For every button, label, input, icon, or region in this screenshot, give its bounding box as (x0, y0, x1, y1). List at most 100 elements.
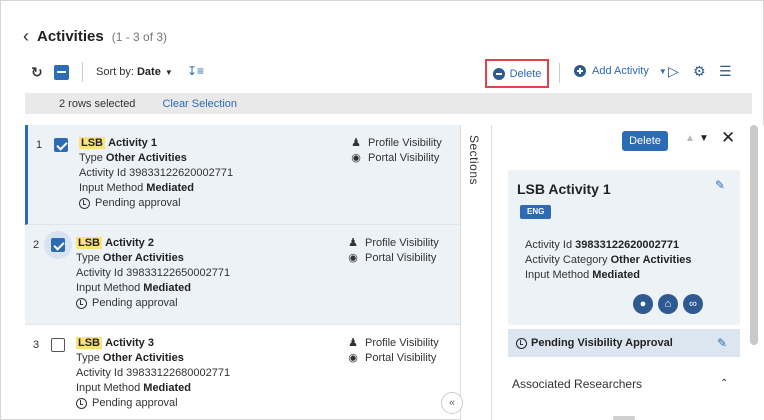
type-value: Other Activities (105, 152, 187, 164)
lsb-tag: LSB (76, 337, 102, 349)
clear-selection-link[interactable]: Clear Selection (162, 98, 237, 110)
caret-down-icon: ▼ (658, 66, 667, 76)
input-method-value: Mediated (143, 282, 191, 294)
list-item[interactable]: 1 LSB Activity 1 Type Other Activities A… (25, 125, 460, 225)
category-value: Other Activities (610, 254, 692, 266)
toolbar-divider (559, 63, 560, 83)
activity-list: 1 LSB Activity 1 Type Other Activities A… (25, 125, 460, 420)
export-icon[interactable]: ▷ (668, 63, 679, 80)
activity-summary-card: LSB Activity 1 ✎ ENG Activity Id 3983312… (508, 170, 740, 325)
row-checkbox[interactable] (51, 238, 65, 252)
visibility-info: ♟ Profile Visibility ◉ Portal Visibility (347, 336, 439, 366)
input-method-value: Mediated (146, 182, 194, 194)
sort-by-value: Date (136, 66, 161, 78)
collapse-panel-button[interactable]: « (441, 392, 463, 414)
status: Pending approval (76, 396, 230, 411)
title-bar: ‹ Activities (1 - 3 of 3) (23, 26, 167, 45)
status-text: Pending approval (95, 197, 181, 209)
person-icon: ♟ (351, 137, 361, 149)
input-method-label: Input Method (76, 282, 141, 294)
language-badge: ENG (520, 205, 552, 219)
profile-visibility: Profile Visibility (365, 337, 439, 349)
type-value: Other Activities (102, 252, 184, 264)
sort-by-dropdown[interactable]: Sort by: Date ▼ (96, 66, 173, 78)
previous-item-icon[interactable]: ▲ (685, 133, 695, 144)
clock-icon (76, 398, 87, 409)
list-item[interactable]: 3 LSB Activity 3 Type Other Activities A… (25, 325, 460, 420)
visibility-info: ♟ Profile Visibility ◉ Portal Visibility (347, 236, 439, 266)
row-details: LSB Activity 1 Type Other Activities Act… (79, 136, 233, 211)
chevron-left-icon[interactable]: ‹ (23, 27, 29, 45)
paperclip-icon[interactable]: ∞ (683, 294, 703, 314)
scrollbar[interactable] (750, 125, 758, 345)
delete-button[interactable]: Delete (485, 59, 549, 88)
home-icon[interactable]: ⌂ (658, 294, 678, 314)
activity-id: Activity Id 39833122650002771 (76, 267, 231, 279)
type-label: Type (76, 352, 100, 364)
portal-visibility: Portal Visibility (365, 352, 437, 364)
category-label: Activity Category (525, 254, 608, 266)
person-icon: ♟ (348, 237, 358, 249)
detail-delete-button[interactable]: Delete (622, 131, 668, 151)
select-all-toggle[interactable] (54, 65, 69, 80)
status: Pending approval (76, 296, 230, 311)
row-number: 1 (36, 139, 43, 151)
pencil-icon[interactable]: ✎ (717, 336, 727, 350)
detail-title: LSB Activity 1 (517, 181, 611, 197)
sort-direction-icon[interactable]: ↧≡ (187, 64, 204, 78)
clock-icon (79, 198, 90, 209)
list-item[interactable]: 2 LSB Activity 2 Type Other Activities A… (25, 225, 460, 325)
activity-title[interactable]: Activity 2 (105, 237, 154, 249)
profile-visibility: Profile Visibility (368, 137, 442, 149)
add-activity-label: Add Activity (592, 65, 649, 77)
type-label: Type (79, 152, 103, 164)
lsb-tag: LSB (76, 237, 102, 249)
profile-visibility: Profile Visibility (365, 237, 439, 249)
input-method-label: Input Method (525, 269, 590, 281)
user-icon[interactable]: ● (633, 294, 653, 314)
clock-icon (76, 298, 87, 309)
close-icon[interactable]: ✕ (721, 129, 735, 146)
toolbar: ↻ Sort by: Date ▼ ↧≡ Delete Add Activity … (1, 59, 764, 88)
activity-title[interactable]: Activity 3 (105, 337, 154, 349)
activities-app: ‹ Activities (1 - 3 of 3) ↻ Sort by: Dat… (0, 0, 764, 420)
person-icon: ♟ (348, 337, 358, 349)
toolbar-divider (82, 62, 83, 82)
lsb-tag: LSB (79, 137, 105, 149)
row-checkbox[interactable] (54, 138, 68, 152)
chevron-up-icon[interactable]: ⌃ (720, 378, 728, 389)
row-details: LSB Activity 3 Type Other Activities Act… (76, 336, 230, 411)
pending-visibility-bar: Pending Visibility Approval (508, 329, 740, 357)
gear-icon[interactable]: ⚙ (693, 63, 706, 80)
input-method-value: Mediated (143, 382, 191, 394)
row-details: LSB Activity 2 Type Other Activities Act… (76, 236, 230, 311)
delete-label: Delete (509, 67, 542, 80)
globe-icon: ◉ (348, 352, 358, 364)
status: Pending approval (79, 196, 233, 211)
input-method-value: Mediated (592, 269, 640, 281)
input-method-label: Input Method (79, 182, 144, 194)
portal-visibility: Portal Visibility (365, 252, 437, 264)
minus-circle-icon (492, 67, 505, 80)
input-method-label: Input Method (76, 382, 141, 394)
next-item-icon[interactable]: ▼ (699, 133, 709, 144)
associated-researchers-heading[interactable]: Associated Researchers (512, 377, 642, 391)
row-checkbox[interactable] (51, 338, 65, 352)
sections-strip[interactable]: Sections (460, 125, 492, 420)
type-value: Other Activities (102, 352, 184, 364)
sections-label: Sections (467, 135, 481, 186)
detail-panel: Delete ▲ ▼ ✕ LSB Activity 1 ✎ ENG Activi… (492, 125, 764, 420)
list-view-icon[interactable]: ☰ (719, 63, 732, 80)
status-text: Pending approval (92, 297, 178, 309)
activity-title[interactable]: Activity 1 (108, 137, 157, 149)
row-number: 3 (33, 339, 40, 351)
pencil-icon[interactable]: ✎ (715, 178, 725, 192)
clock-icon (516, 337, 527, 349)
add-activity-button[interactable]: Add Activity ▼ (574, 65, 667, 77)
activity-id-label: Activity Id (525, 239, 573, 251)
activity-info: Activity Id 39833122620002771 Activity C… (525, 238, 692, 283)
status-text: Pending approval (92, 397, 178, 409)
action-icons: ● ⌂ ∞ (633, 294, 703, 314)
activity-id: Activity Id 39833122680002771 (76, 367, 231, 379)
refresh-icon[interactable]: ↻ (31, 64, 43, 81)
